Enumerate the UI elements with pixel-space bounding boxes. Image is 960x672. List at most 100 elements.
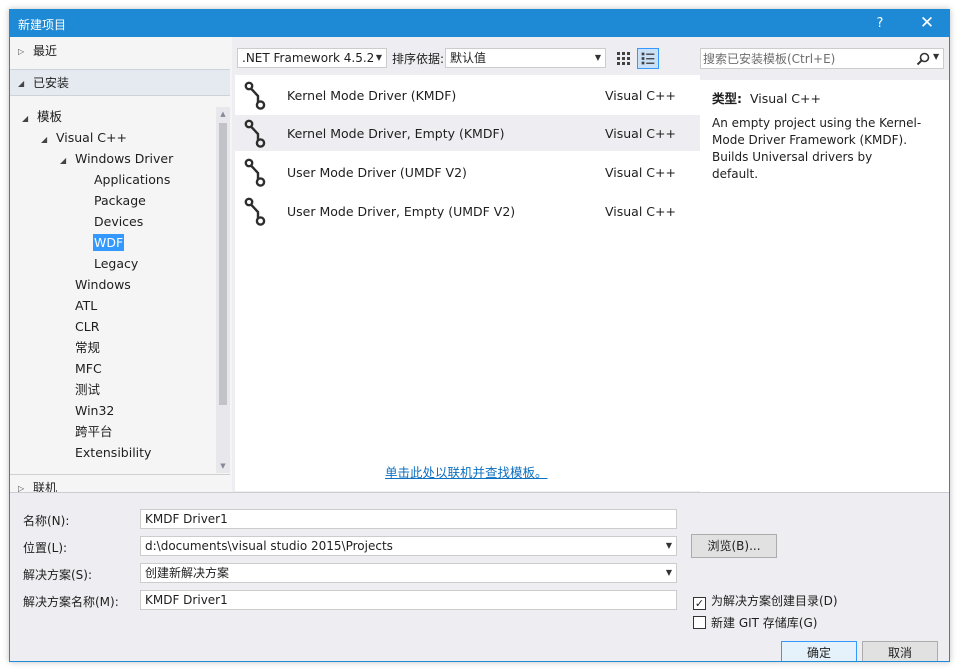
collapse-arrow-icon: ◢ [60,156,67,165]
browse-button[interactable]: 浏览(B)... [691,534,777,558]
dialog-title: 新建项目 [18,18,67,32]
project-settings-form: 名称(N): KMDF Driver1 位置(L): d:\documents\… [10,492,949,661]
chevron-down-icon: ▼ [594,53,601,62]
tree-node-atl[interactable]: ATL [74,296,98,316]
template-language: Visual C++ [605,126,676,141]
tree-node-label: Devices [94,214,144,229]
close-button[interactable]: ✕ [910,10,944,37]
tree-node-label: 模板 [37,109,63,124]
template-language: Visual C++ [605,204,676,219]
location-label: 位置(L): [23,541,68,555]
chevron-down-icon: ▼ [375,53,382,62]
chevron-down-icon[interactable]: ▼ [933,52,939,61]
tree-node-clr[interactable]: CLR [74,317,100,337]
driver-template-icon [244,81,266,110]
solution-name-value: KMDF Driver1 [145,593,228,607]
tree-node-templates[interactable]: ◢ 模板 [22,107,63,127]
tree-node-devices[interactable]: Devices [93,212,144,232]
list-view-icon[interactable] [637,48,659,69]
template-row-umdf-empty[interactable]: User Mode Driver, Empty (UMDF V2) Visual… [235,193,700,229]
template-row-kmdf-empty[interactable]: Kernel Mode Driver, Empty (KMDF) Visual … [235,115,700,151]
create-directory-checkbox[interactable]: ✓ 为解决方案创建目录(D) [693,592,838,610]
template-row-umdf[interactable]: User Mode Driver (UMDF V2) Visual C++ [235,154,700,190]
recent-section[interactable]: ▷ 最近 [10,38,230,65]
tree-node-windows[interactable]: Windows [74,275,132,295]
checkbox-empty-icon [693,616,706,629]
name-label: 名称(N): [23,514,70,528]
template-name: Kernel Mode Driver (KMDF) [287,88,457,103]
type-value: Visual C++ [750,91,821,106]
tree-node-visual-cpp[interactable]: ◢ Visual C++ [41,128,128,148]
template-language: Visual C++ [605,165,676,180]
tree-node-wdf[interactable]: WDF [93,233,125,253]
new-project-dialog: 新建项目 ? ✕ ▷ 最近 ◢ 已安装 ◢ 模板 ◢ Visual C++ ◢ Win… [9,9,950,662]
installed-section[interactable]: ◢ 已安装 [10,69,230,96]
tree-scrollbar[interactable]: ▲ ▼ [216,107,230,473]
template-name: User Mode Driver (UMDF V2) [287,165,467,180]
solution-name-label: 解决方案名称(M): [23,595,119,609]
chevron-down-icon[interactable]: ▼ [666,564,672,582]
tree-node-windows-driver[interactable]: ◢ Windows Driver [60,149,174,169]
solution-label: 解决方案(S): [23,568,93,582]
grid-view-icon[interactable] [613,48,633,68]
template-name: Kernel Mode Driver, Empty (KMDF) [287,126,505,141]
tree-node-package[interactable]: Package [93,191,147,211]
solution-dropdown[interactable]: 创建新解决方案 ▼ [140,563,677,583]
title-bar: 新建项目 ? ✕ [10,10,949,37]
driver-template-icon [244,197,266,226]
sort-value: 默认值 [450,51,487,65]
tree-node-extensibility[interactable]: Extensibility [74,443,152,463]
cancel-button[interactable]: 取消 [862,641,938,661]
template-category-pane: ▷ 最近 ◢ 已安装 ◢ 模板 ◢ Visual C++ ◢ Windows Driv… [10,37,232,495]
template-row-kmdf[interactable]: Kernel Mode Driver (KMDF) Visual C++ [235,77,700,113]
location-input[interactable]: d:\documents\visual studio 2015\Projects… [140,536,677,556]
template-name: User Mode Driver, Empty (UMDF V2) [287,204,516,219]
template-details-pane: ▼ 类型: Visual C++ An empty project using t… [700,37,949,492]
type-label: 类型: [712,91,742,106]
description-text: An empty project using the Kernel-Mode D… [712,116,922,181]
ok-button[interactable]: 确定 [781,641,857,661]
scroll-down-arrow-icon[interactable]: ▼ [216,459,230,473]
search-input[interactable] [703,50,903,67]
git-repository-label: 新建 GIT 存储库(G) [711,616,818,630]
scroll-up-arrow-icon[interactable]: ▲ [216,107,230,121]
tree-node-test[interactable]: 测试 [74,380,101,400]
tree-node-label: Package [94,193,146,208]
chevron-down-icon[interactable]: ▼ [666,537,672,555]
search-box[interactable]: ▼ [700,48,944,69]
sort-dropdown[interactable]: 默认值 ▼ [445,48,606,68]
tree-node-label: CLR [75,319,100,334]
git-repository-checkbox[interactable]: 新建 GIT 存储库(G) [693,614,817,631]
tree-node-label: ATL [75,298,98,313]
tree-node-label: Applications [94,172,171,187]
template-type: 类型: Visual C++ [712,88,937,107]
collapse-arrow-icon: ◢ [41,135,48,144]
project-name-input[interactable]: KMDF Driver1 [140,509,677,529]
tree-node-label: Extensibility [75,445,152,460]
tree-node-label: 测试 [75,382,101,397]
expand-arrow-icon: ▷ [18,47,25,56]
driver-template-icon [244,158,266,187]
tree-node-legacy[interactable]: Legacy [93,254,139,274]
template-toolbar: .NET Framework 4.5.2 ▼ 排序依据: 默认值 ▼ [232,37,700,73]
tree-node-label: Windows Driver [75,151,174,166]
search-icon[interactable] [915,51,931,67]
tree-node-label: 常规 [75,340,101,355]
scrollbar-thumb[interactable] [219,123,227,405]
checkmark-icon: ✓ [693,597,706,610]
tree-node-mfc[interactable]: MFC [74,359,103,379]
tree-node-applications[interactable]: Applications [93,170,171,190]
solution-name-input[interactable]: KMDF Driver1 [140,590,677,610]
tree-node-general[interactable]: 常规 [74,338,101,358]
create-directory-label: 为解决方案创建目录(D) [711,594,838,608]
tree-node-label: Win32 [75,403,115,418]
tree-node-win32[interactable]: Win32 [74,401,115,421]
framework-dropdown[interactable]: .NET Framework 4.5.2 ▼ [237,48,387,68]
tree-node-cross-platform[interactable]: 跨平台 [74,422,114,442]
template-tree: ◢ 模板 ◢ Visual C++ ◢ Windows Driver Applicat… [10,107,216,473]
find-templates-online-link[interactable]: 单击此处以联机并查找模板。 [385,462,548,481]
tree-node-label: Visual C++ [56,130,127,145]
tree-node-label: Legacy [94,256,139,271]
template-description: 类型: Visual C++ An empty project using the… [700,80,949,492]
help-button[interactable]: ? [865,10,895,37]
